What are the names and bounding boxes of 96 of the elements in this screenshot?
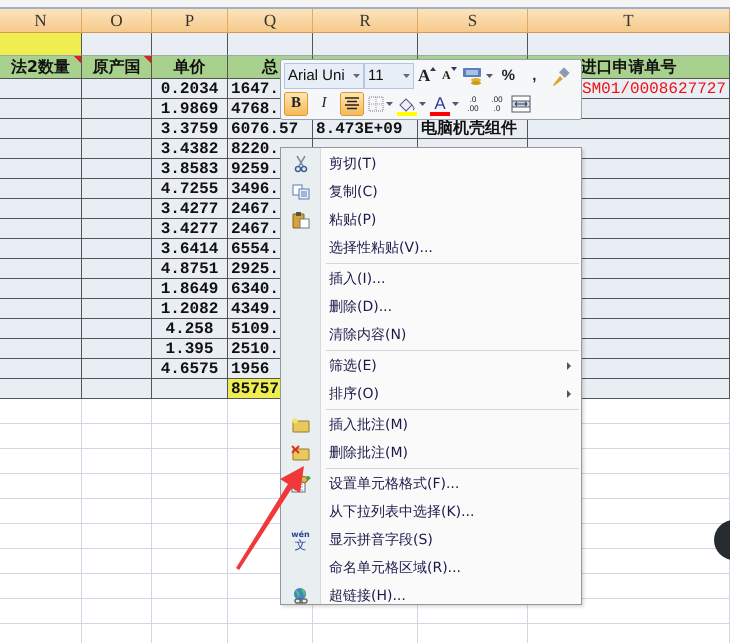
table-cell: 3.3759 xyxy=(152,119,228,139)
column-header[interactable]: T xyxy=(528,9,730,33)
table-cell: 3.8583 xyxy=(152,159,228,179)
character-label: 文 xyxy=(294,540,306,550)
copy-icon xyxy=(292,184,310,200)
table-cell xyxy=(82,99,152,119)
caret-icon xyxy=(353,74,360,78)
decimal-label: .00 xyxy=(467,104,479,112)
merge-center-icon[interactable] xyxy=(511,94,531,112)
menu-item[interactable]: 清除内容(N) xyxy=(329,326,581,344)
menu-item[interactable]: 设置单元格格式(F)... xyxy=(329,475,581,493)
menu-item[interactable]: 删除(D)... xyxy=(329,298,581,316)
table-cell: 1.2082 xyxy=(152,299,228,319)
menu-item[interactable]: 排序(O) xyxy=(329,385,567,403)
decimal-label: .00 xyxy=(491,94,503,104)
column-heading: 单价 xyxy=(152,56,228,79)
align-center-icon xyxy=(344,96,360,110)
menu-item[interactable]: 命名单元格区域(R)... xyxy=(329,559,581,577)
column-header[interactable]: P xyxy=(152,9,228,33)
table-cell xyxy=(82,159,152,179)
shrink-font-button[interactable]: A xyxy=(440,64,458,88)
menu-item[interactable]: 删除批注(M) xyxy=(329,444,581,462)
note-delete-icon xyxy=(290,445,310,461)
scissors-icon xyxy=(294,155,308,173)
column-header[interactable]: O xyxy=(82,9,152,33)
caret-icon[interactable] xyxy=(452,102,459,106)
table-cell: 4.6575 xyxy=(152,359,228,379)
table-cell: 6076.57 xyxy=(228,119,313,139)
table-cell xyxy=(82,379,152,399)
menu-item[interactable]: 插入(I)... xyxy=(329,270,581,288)
table-cell: 0.2034 xyxy=(152,79,228,99)
percent-button[interactable]: % xyxy=(497,64,520,88)
decrease-decimal-button[interactable]: .00 .0 xyxy=(487,92,507,116)
align-center-button[interactable] xyxy=(340,92,364,116)
caret-icon xyxy=(430,66,436,70)
menu-item[interactable]: 显示拼音字段(S) xyxy=(329,531,581,549)
menu-item[interactable]: 筛选(E) xyxy=(329,357,567,375)
italic-button[interactable]: I xyxy=(312,92,336,116)
table-cell xyxy=(82,33,152,56)
table-cell xyxy=(82,139,152,159)
table-cell: 4.258 xyxy=(152,319,228,339)
globe-icon xyxy=(292,587,310,605)
table-cell xyxy=(82,359,152,379)
column-heading: 原产国 xyxy=(82,56,152,79)
table-cell: 1.8649 xyxy=(152,279,228,299)
column-header[interactable]: Q xyxy=(228,9,313,33)
clipboard-icon xyxy=(292,211,310,229)
menu-item[interactable]: 选择性粘贴(V)... xyxy=(329,239,581,257)
table-cell: 4.8751 xyxy=(152,259,228,279)
note-icon xyxy=(290,417,310,433)
column-heading: 法2数量 xyxy=(0,56,82,79)
table-cell xyxy=(82,299,152,319)
increase-decimal-button[interactable]: .0 .00 xyxy=(463,92,483,116)
column-header[interactable]: R xyxy=(313,9,418,33)
table-cell: 3.6414 xyxy=(152,239,228,259)
table-cell xyxy=(82,79,152,99)
decimal-label: .0 xyxy=(470,94,476,104)
table-cell: 8.473E+09 xyxy=(313,119,418,139)
table-cell xyxy=(82,239,152,259)
menu-item[interactable]: 复制(C) xyxy=(329,183,581,201)
table-cell: 3.4277 xyxy=(152,219,228,239)
column-header[interactable]: N xyxy=(0,9,82,33)
font-field[interactable]: Arial Uni xyxy=(284,62,364,88)
table-cell: 3.4277 xyxy=(152,199,228,219)
table-cell xyxy=(82,219,152,239)
size-field[interactable]: 11 xyxy=(364,62,414,88)
table-cell: 1.9869 xyxy=(152,99,228,119)
bold-button[interactable]: B xyxy=(284,92,308,116)
menu-item[interactable]: 超链接(H)... xyxy=(329,587,581,605)
table-cell: 3.4382 xyxy=(152,139,228,159)
menu-item[interactable]: 剪切(T) xyxy=(329,155,581,173)
caret-icon[interactable] xyxy=(419,102,426,106)
column-header[interactable]: S xyxy=(418,9,528,33)
caret-icon[interactable] xyxy=(486,74,494,78)
decimal-label: .0 xyxy=(494,104,500,112)
table-cell xyxy=(82,199,152,219)
table-cell: 1.395 xyxy=(152,339,228,359)
borders-icon[interactable] xyxy=(368,96,384,112)
caret-icon xyxy=(450,66,457,70)
table-cell xyxy=(82,119,152,139)
table-cell: 电脑机壳组件 xyxy=(418,119,528,139)
menu-item[interactable]: 粘贴(P) xyxy=(329,211,581,229)
menu-item[interactable]: 从下拉列表中选择(K)... xyxy=(329,503,581,521)
caret-icon xyxy=(403,74,410,78)
table-cell: 4.7255 xyxy=(152,179,228,199)
paint-bucket-icon xyxy=(397,98,417,112)
menu-item[interactable]: 插入批注(M) xyxy=(329,416,581,434)
pinyin-label: wén xyxy=(291,530,310,539)
table-cell xyxy=(82,339,152,359)
font-color-button[interactable]: A xyxy=(430,92,450,116)
table-cell xyxy=(82,279,152,299)
table-cell xyxy=(82,319,152,339)
table-cell xyxy=(82,179,152,199)
caret-icon[interactable] xyxy=(386,102,393,106)
grow-font-button[interactable]: A xyxy=(418,64,436,88)
table-cell xyxy=(82,259,152,279)
